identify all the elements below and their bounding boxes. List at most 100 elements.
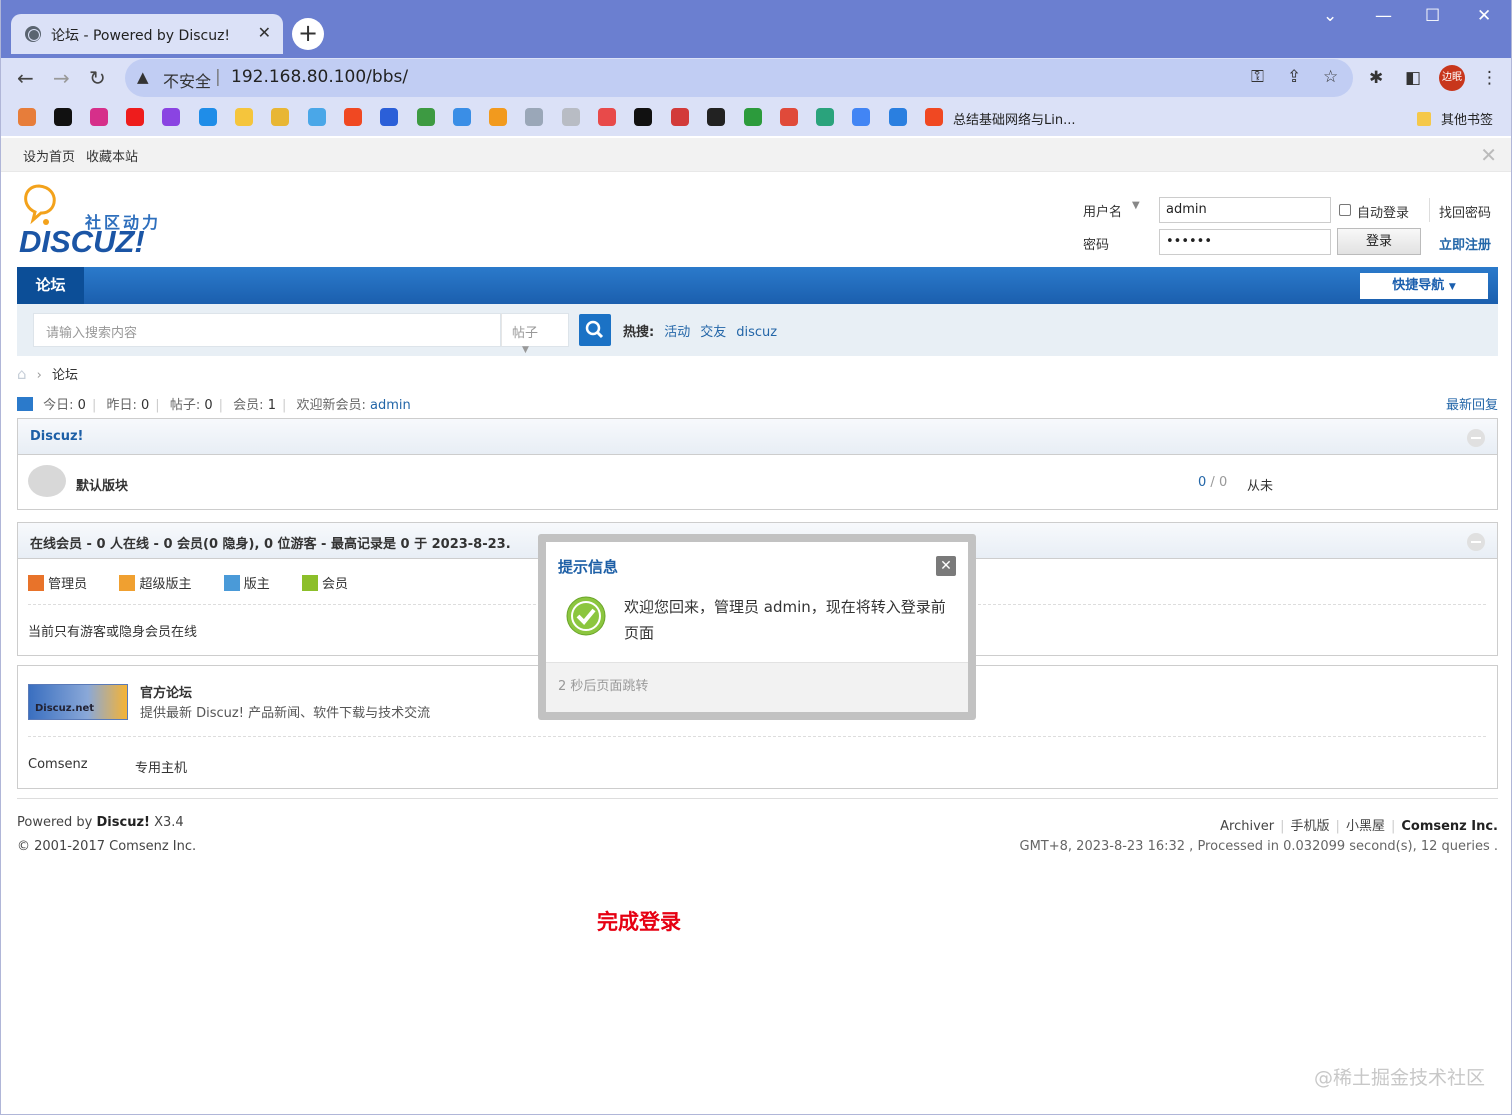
browser-tab[interactable]: 论坛 - Powered by Discuz! ✕ (11, 14, 283, 54)
forum-counts: 0 / 0 (1198, 475, 1228, 490)
chatgpt-icon[interactable] (816, 108, 834, 126)
hot-searches: 热搜: 活动 交友 discuz (623, 321, 777, 340)
close-window-icon[interactable]: ✕ (1477, 6, 1491, 26)
tiktok-icon[interactable] (634, 108, 652, 126)
sidebar-icon[interactable]: ◧ (1405, 68, 1421, 88)
pixiv-icon[interactable] (199, 108, 217, 126)
password-input[interactable]: •••••• (1159, 229, 1331, 255)
share-icon[interactable]: ⇪ (1287, 67, 1301, 87)
register-link[interactable]: 立即注册 (1439, 234, 1491, 253)
bookmark-icon[interactable] (562, 108, 580, 126)
auto-login-checkbox[interactable] (1339, 204, 1351, 216)
bookmark-icon[interactable] (671, 108, 689, 126)
search-button[interactable] (579, 314, 611, 346)
search-type-select[interactable]: 帖子 ▼ (501, 313, 569, 355)
chrome-icon[interactable] (417, 108, 435, 126)
link-title[interactable]: 官方论坛 (140, 682, 192, 701)
hot-link[interactable]: 活动 (664, 325, 690, 340)
bilibili-icon[interactable] (308, 108, 326, 126)
hot-link[interactable]: 交友 (700, 325, 726, 340)
text-link[interactable]: 专用主机 (135, 757, 187, 776)
quick-nav-label: 快捷导航 (1392, 278, 1445, 293)
legend-label: 会员 (322, 577, 349, 592)
powered-prefix: Powered by (17, 815, 93, 830)
close-tab-icon[interactable]: ✕ (258, 23, 271, 42)
x-icon[interactable] (54, 108, 72, 126)
stats-icon (17, 397, 33, 411)
back-icon[interactable]: ← (17, 66, 34, 90)
site-logo[interactable]: 社区动力 DISCUZ! (19, 182, 169, 262)
bookmark-icon[interactable] (271, 108, 289, 126)
divider (1429, 198, 1430, 222)
browser-toolbar: ← → ↻ ▲ 不安全 | 192.168.80.100/bbs/ ⚿ ⇪ ☆ … (1, 58, 1511, 100)
forward-icon[interactable]: → (53, 66, 70, 90)
close-icon[interactable]: ✕ (936, 556, 956, 576)
powered-brand[interactable]: Discuz! (97, 815, 150, 830)
newest-member-link[interactable]: admin (370, 398, 411, 413)
twitch-icon[interactable] (162, 108, 180, 126)
footer-link[interactable]: 小黑屋 (1346, 819, 1385, 834)
close-icon[interactable]: ✕ (1480, 143, 1497, 167)
footer-link[interactable]: Archiver (1220, 819, 1274, 834)
hot-link[interactable]: discuz (736, 325, 777, 340)
minimize-icon[interactable]: — (1375, 6, 1392, 26)
bt0-icon[interactable] (707, 108, 725, 126)
bookmark-icon[interactable] (453, 108, 471, 126)
instagram-icon[interactable] (90, 108, 108, 126)
category-title[interactable]: Discuz! (18, 419, 1497, 455)
success-check-icon (566, 596, 606, 636)
bookmark-icon[interactable] (598, 108, 616, 126)
username-input[interactable]: admin (1159, 197, 1331, 223)
caret-down-icon[interactable]: ▼ (1132, 200, 1140, 211)
stat-today: 0 (77, 398, 86, 413)
favorite-link[interactable]: 收藏本站 (86, 146, 138, 165)
key-icon[interactable]: ⚿ (1251, 67, 1264, 87)
gmail-icon[interactable] (780, 108, 798, 126)
csdn-icon[interactable] (344, 108, 362, 126)
bookmark-link[interactable]: 总结基础网络与Lin... (953, 109, 1076, 128)
forum-name[interactable]: 默认版块 (76, 475, 128, 494)
username-label[interactable]: 用户名 (1083, 201, 1122, 220)
youtube-icon[interactable] (126, 108, 144, 126)
footer-link[interactable]: 手机版 (1291, 819, 1330, 834)
address-bar[interactable]: ▲ 不安全 | 192.168.80.100/bbs/ ⚿ ⇪ ☆ (125, 59, 1353, 97)
collapse-icon[interactable] (1467, 429, 1485, 447)
google-icon[interactable] (852, 108, 870, 126)
footer-link[interactable]: Comsenz Inc. (1401, 819, 1498, 834)
other-bookmarks[interactable]: 其他书签 (1417, 109, 1493, 128)
extensions-icon[interactable]: ✱ (1369, 68, 1383, 88)
new-tab-button[interactable]: + (292, 18, 324, 50)
bookmark-icon[interactable] (889, 108, 907, 126)
dialog-footer: 2 秒后页面跳转 (546, 662, 968, 712)
bookmark-icon[interactable] (744, 108, 762, 126)
nav-item-forum[interactable]: 论坛 (17, 267, 84, 304)
profile-avatar[interactable]: 边眠 (1439, 65, 1465, 91)
text-link[interactable]: Comsenz (28, 757, 88, 772)
reload-icon[interactable]: ↻ (89, 66, 106, 90)
star-icon[interactable]: ☆ (1323, 67, 1338, 87)
url-text[interactable]: 192.168.80.100/bbs/ (231, 67, 408, 87)
search-input[interactable]: 请输入搜索内容 (33, 313, 501, 347)
bookmark-icon[interactable] (235, 108, 253, 126)
discuz-banner[interactable]: Discuz.net (28, 684, 128, 720)
watermark: @稀土掘金技术社区 (1313, 1067, 1485, 1089)
find-password-link[interactable]: 找回密码 (1439, 202, 1491, 221)
login-button[interactable]: 登录 (1337, 228, 1421, 255)
warning-icon: ▲ (137, 68, 149, 86)
collapse-icon[interactable] (1467, 533, 1485, 551)
bookmark-icon[interactable] (18, 108, 36, 126)
quick-nav-button[interactable]: 快捷导航 ▼ (1360, 273, 1488, 299)
auto-login-label[interactable]: 自动登录 (1357, 202, 1409, 221)
member-icon (301, 575, 318, 591)
set-home-link[interactable]: 设为首页 (23, 146, 75, 165)
bookmark-icon[interactable] (525, 108, 543, 126)
bookmark-icon[interactable] (489, 108, 507, 126)
maximize-icon[interactable]: ☐ (1425, 6, 1440, 26)
tab-search-icon[interactable]: ⌄ (1323, 6, 1337, 26)
latest-reply-link[interactable]: 最新回复 (1446, 394, 1498, 413)
home-icon[interactable]: ⌂ (17, 365, 27, 383)
breadcrumb-separator: › (36, 368, 42, 383)
menu-icon[interactable]: ⋮ (1481, 68, 1498, 88)
baidu-icon[interactable] (380, 108, 398, 126)
csdn-icon[interactable] (925, 108, 943, 126)
